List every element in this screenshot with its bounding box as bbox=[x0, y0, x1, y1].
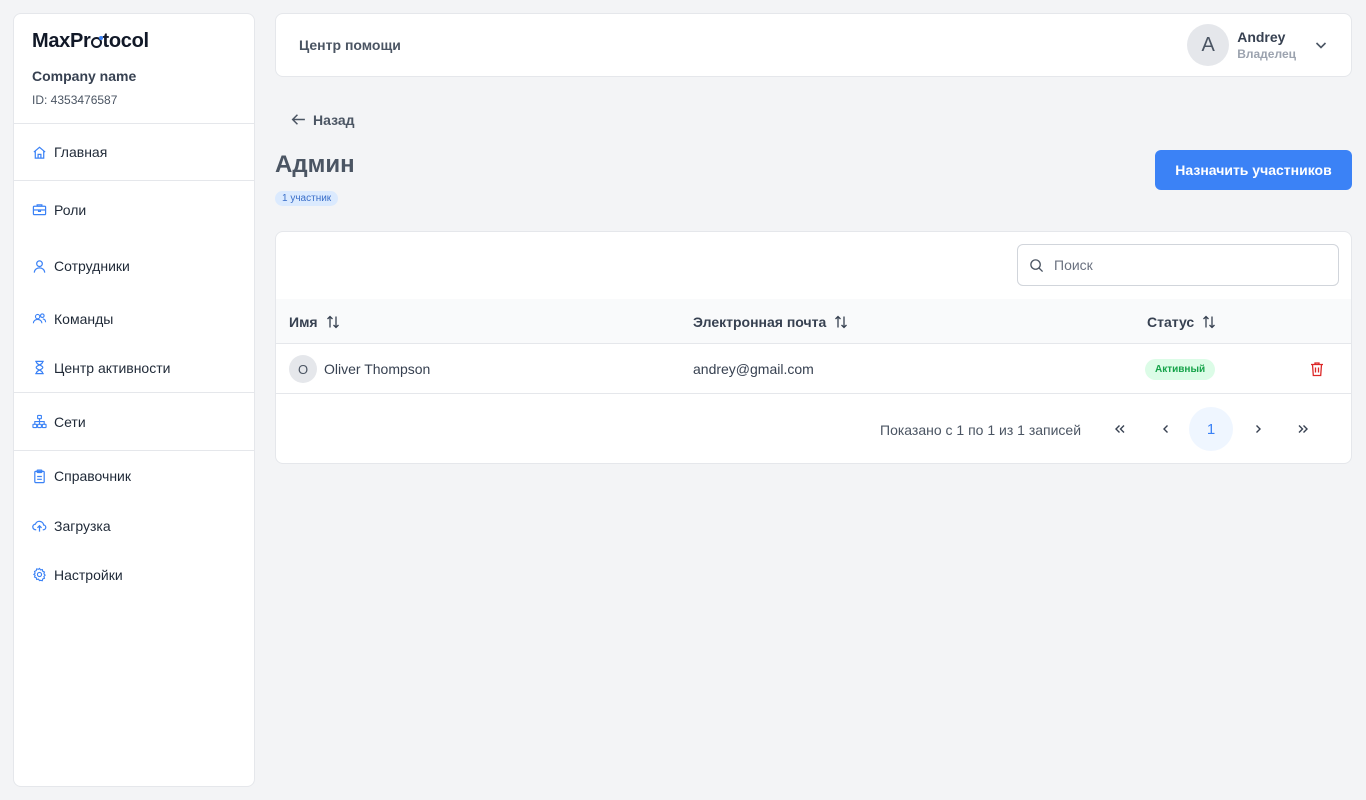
network-icon bbox=[32, 414, 47, 429]
nav-group-tools: Справочник Загрузка Настройки bbox=[14, 451, 254, 599]
email-cell: andrey@gmail.com bbox=[693, 361, 814, 377]
sidebar-item-networks[interactable]: Сети bbox=[14, 393, 254, 450]
chevrons-right-icon bbox=[1298, 425, 1308, 433]
nav-group-org: Роли Сотрудники Команды Центр активности bbox=[14, 181, 254, 393]
sidebar-item-label: Сотрудники bbox=[54, 258, 130, 274]
sidebar-item-teams[interactable]: Команды bbox=[14, 294, 254, 343]
sidebar-item-activity[interactable]: Центр активности bbox=[14, 343, 254, 392]
chevron-right-icon bbox=[1256, 425, 1261, 433]
user-name: Andrey bbox=[1237, 29, 1286, 45]
sidebar-item-label: Роли bbox=[54, 201, 87, 218]
home-icon bbox=[33, 146, 46, 159]
page-button-current[interactable]: 1 bbox=[1189, 407, 1233, 451]
pagination: Показано с 1 по 1 из 1 записей 1 bbox=[276, 407, 1351, 453]
user-info: Andrey Владелец bbox=[1237, 29, 1296, 61]
status-badge: Активный bbox=[1145, 358, 1216, 380]
clipboard-icon bbox=[34, 469, 45, 483]
sidebar-item-label: Команды bbox=[54, 310, 114, 327]
column-header-status[interactable]: Статус bbox=[1147, 299, 1217, 344]
cloud-upload-icon bbox=[32, 520, 47, 532]
next-page-button[interactable] bbox=[1236, 407, 1280, 451]
arrow-left-icon bbox=[291, 114, 305, 125]
company-name: Company name bbox=[32, 68, 137, 84]
nav-group-network: Сети bbox=[14, 393, 254, 451]
sort-icon bbox=[326, 315, 339, 328]
first-page-button[interactable] bbox=[1098, 407, 1142, 451]
prev-page-button[interactable] bbox=[1144, 407, 1188, 451]
table-row[interactable]: O Oliver Thompson andrey@gmail.com Актив… bbox=[276, 344, 1351, 394]
sidebar-item-label: Центр активности bbox=[54, 359, 171, 376]
column-label: Статус bbox=[1147, 313, 1195, 330]
gear-icon bbox=[33, 567, 46, 582]
name-cell: O Oliver Thompson bbox=[289, 344, 430, 394]
users-icon bbox=[32, 313, 47, 324]
nav-group-main: Главная bbox=[14, 124, 254, 181]
member-count-badge: 1 участник bbox=[275, 191, 339, 206]
members-table-card: Имя Электронная почта Статус O Oliver Th… bbox=[275, 231, 1352, 464]
chevrons-left-icon bbox=[1115, 425, 1125, 433]
sidebar-item-label: Справочник bbox=[54, 468, 131, 484]
trash-icon[interactable] bbox=[1309, 361, 1325, 377]
column-header-email[interactable]: Электронная почта bbox=[693, 299, 849, 344]
top-header: Центр помощи A Andrey Владелец bbox=[275, 13, 1352, 77]
user-role: Владелец bbox=[1237, 47, 1296, 61]
sidebar-item-label: Главная bbox=[54, 144, 108, 160]
assign-members-button[interactable]: Назначить участников bbox=[1155, 150, 1352, 190]
pagination-info: Показано с 1 по 1 из 1 записей bbox=[880, 422, 1082, 438]
sidebar-item-label: Настройки bbox=[54, 566, 123, 583]
sidebar-item-upload[interactable]: Загрузка bbox=[14, 501, 254, 550]
column-label: Имя bbox=[289, 313, 318, 330]
hourglass-icon bbox=[35, 360, 44, 375]
sidebar-item-settings[interactable]: Настройки bbox=[14, 550, 254, 599]
back-label: Назад bbox=[313, 111, 355, 128]
search-input[interactable] bbox=[1054, 257, 1314, 273]
back-link[interactable]: Назад bbox=[290, 111, 355, 128]
search-icon bbox=[1030, 258, 1044, 272]
status-cell: Активный bbox=[1145, 344, 1216, 394]
avatar: O bbox=[289, 355, 317, 383]
table-header: Имя Электронная почта Статус bbox=[276, 299, 1351, 344]
logo[interactable]: MaxPr tocol bbox=[32, 30, 236, 53]
company-id: ID: 4353476587 bbox=[32, 93, 118, 107]
column-header-name[interactable]: Имя bbox=[289, 299, 341, 344]
sidebar-item-label: Сети bbox=[54, 413, 86, 430]
page-title: Админ bbox=[275, 151, 355, 178]
brand-block: MaxPr tocol Company name ID: 4353476587 bbox=[14, 14, 254, 124]
sidebar-item-employees[interactable]: Сотрудники bbox=[14, 238, 254, 294]
last-page-button[interactable] bbox=[1281, 407, 1325, 451]
chevron-down-icon[interactable] bbox=[1314, 38, 1328, 52]
search-box[interactable] bbox=[1017, 244, 1339, 286]
sort-icon bbox=[1203, 315, 1216, 328]
logo-o-mark bbox=[91, 36, 104, 48]
column-label: Электронная почта bbox=[693, 313, 827, 330]
sort-icon bbox=[835, 315, 848, 328]
avatar: A bbox=[1187, 24, 1230, 66]
chevron-left-icon bbox=[1163, 425, 1168, 433]
sidebar-item-roles[interactable]: Роли bbox=[14, 181, 254, 238]
briefcase-icon bbox=[32, 204, 47, 216]
help-center-link[interactable]: Центр помощи bbox=[299, 37, 401, 53]
member-name: Oliver Thompson bbox=[324, 361, 431, 377]
sidebar-item-directory[interactable]: Справочник bbox=[14, 451, 254, 501]
user-menu[interactable]: A Andrey Владелец bbox=[1187, 24, 1328, 66]
logo-text-end: tocol bbox=[102, 30, 150, 52]
sidebar: MaxPr tocol Company name ID: 4353476587 Г… bbox=[13, 13, 255, 787]
sidebar-item-home[interactable]: Главная bbox=[14, 124, 254, 180]
sidebar-item-label: Загрузка bbox=[54, 517, 111, 534]
user-icon bbox=[33, 259, 46, 273]
logo-text-start: MaxPr bbox=[32, 30, 91, 52]
